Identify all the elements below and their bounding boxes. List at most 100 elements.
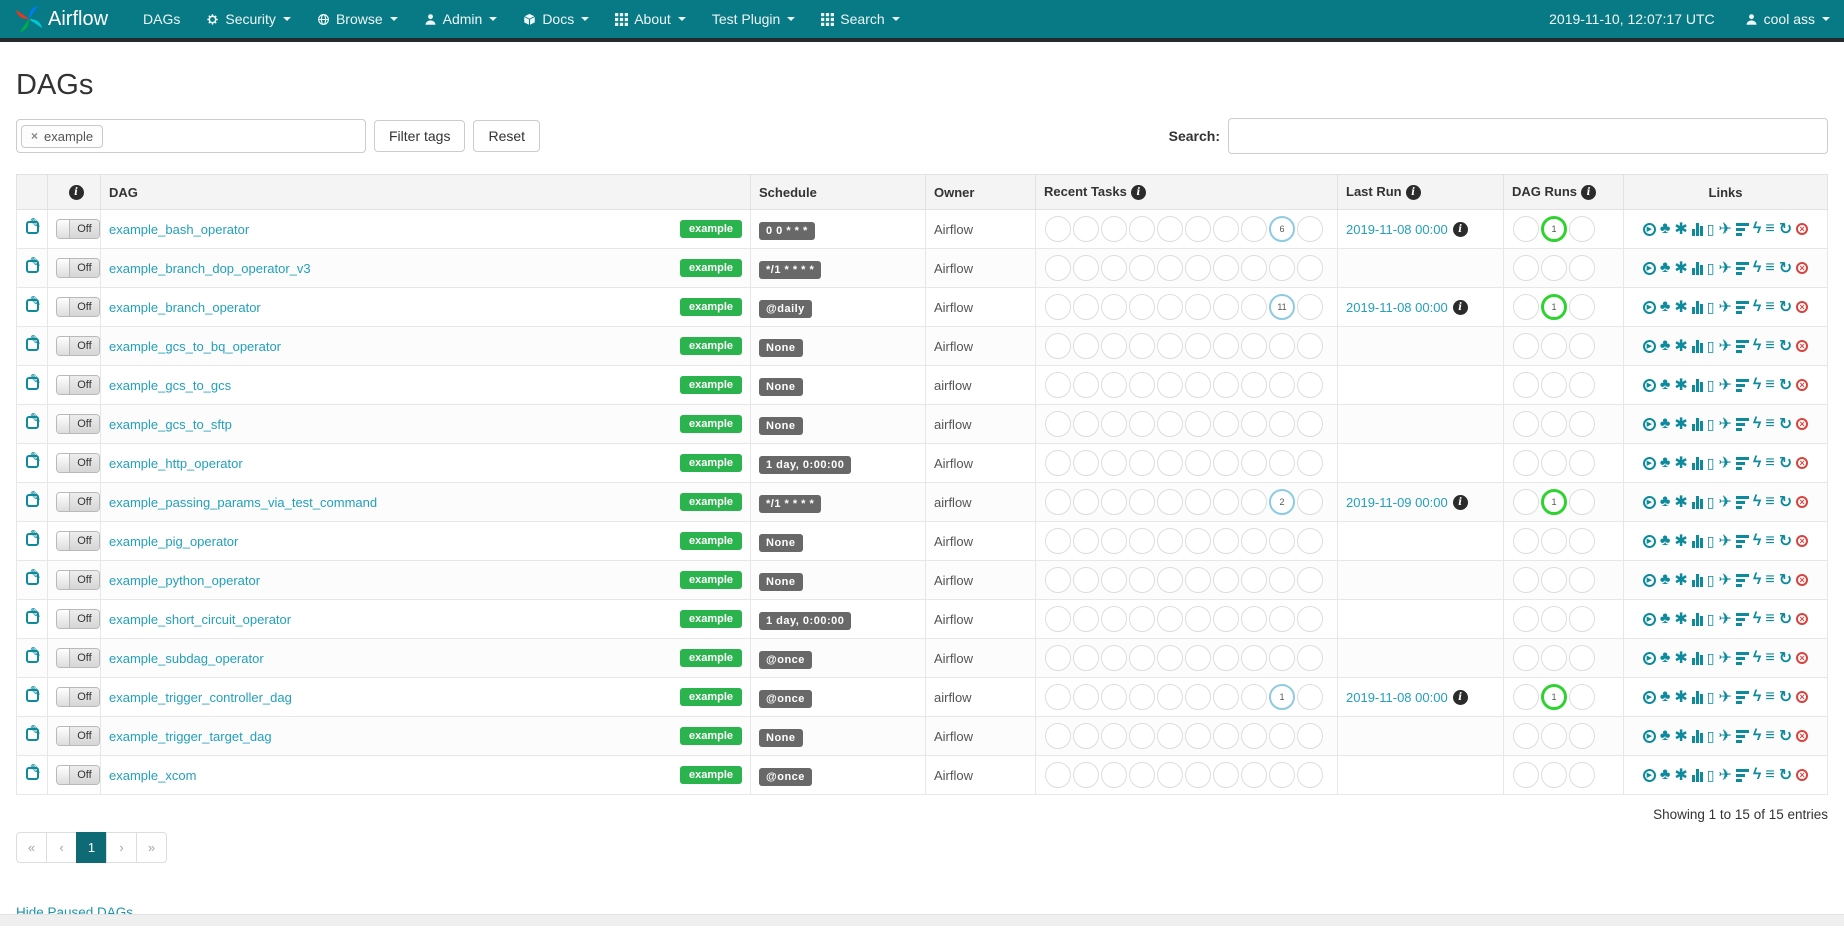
refresh-icon[interactable]: ↻ (1779, 765, 1792, 785)
recent-task-state-circle[interactable] (1101, 294, 1127, 320)
dag-column-header[interactable]: DAG (101, 175, 751, 210)
recent-task-state-circle[interactable] (1213, 294, 1239, 320)
dag-run-circle[interactable] (1513, 723, 1539, 749)
dag-run-circle[interactable] (1513, 450, 1539, 476)
tree-view-icon[interactable]: ♣ (1660, 532, 1671, 550)
task-tries-icon[interactable]: ▯ (1707, 299, 1715, 316)
graph-view-icon[interactable]: ✱ (1674, 336, 1687, 356)
landing-times-icon[interactable]: ✈ (1719, 375, 1732, 395)
dag-link[interactable]: example_python_operator (109, 573, 260, 588)
task-duration-icon[interactable] (1692, 340, 1703, 353)
recent-task-state-circle[interactable] (1269, 723, 1295, 749)
gantt-icon[interactable] (1736, 574, 1749, 587)
recent-task-state-circle[interactable] (1185, 489, 1211, 515)
recent-task-state-circle[interactable] (1129, 411, 1155, 437)
recent-task-state-circle[interactable] (1045, 723, 1071, 749)
refresh-icon[interactable]: ↻ (1779, 297, 1792, 317)
recent-task-state-circle[interactable] (1213, 684, 1239, 710)
tag-filter-input[interactable]: × example (16, 119, 366, 153)
landing-times-icon[interactable]: ✈ (1719, 258, 1732, 278)
recent-task-state-circle[interactable] (1073, 762, 1099, 788)
pause-toggle[interactable]: Off (56, 414, 100, 434)
dag-run-circle[interactable] (1569, 411, 1595, 437)
task-tries-icon[interactable]: ▯ (1707, 338, 1715, 355)
dag-run-circle[interactable] (1569, 567, 1595, 593)
gantt-icon[interactable] (1736, 535, 1749, 548)
edit-dag-icon[interactable] (26, 728, 39, 741)
recent-task-state-circle[interactable] (1157, 216, 1183, 242)
recent-task-state-circle[interactable] (1185, 684, 1211, 710)
recent-task-state-circle[interactable] (1297, 645, 1323, 671)
delete-icon[interactable]: × (1796, 691, 1808, 703)
landing-times-icon[interactable]: ✈ (1719, 336, 1732, 356)
recent-task-state-circle[interactable] (1045, 294, 1071, 320)
task-duration-icon[interactable] (1692, 262, 1703, 275)
dag-run-circle[interactable] (1541, 255, 1567, 281)
recent-task-state-circle[interactable] (1073, 450, 1099, 476)
dag-run-circle[interactable] (1569, 255, 1595, 281)
refresh-icon[interactable]: ↻ (1779, 531, 1792, 551)
graph-view-icon[interactable]: ✱ (1674, 687, 1687, 707)
recent-task-state-circle[interactable] (1241, 684, 1267, 710)
trigger-dag-icon[interactable]: ▶ (1643, 574, 1656, 587)
recent-task-state-circle[interactable] (1045, 333, 1071, 359)
pause-toggle[interactable]: Off (56, 492, 100, 512)
tree-view-icon[interactable]: ♣ (1660, 493, 1671, 511)
task-duration-icon[interactable] (1692, 535, 1703, 548)
refresh-icon[interactable]: ↻ (1779, 570, 1792, 590)
tree-view-icon[interactable]: ♣ (1660, 571, 1671, 589)
recent-task-state-circle[interactable] (1185, 294, 1211, 320)
dag-link[interactable]: example_subdag_operator (109, 651, 264, 666)
recent-task-state-circle[interactable] (1241, 255, 1267, 281)
recent-task-state-circle[interactable] (1073, 723, 1099, 749)
recent-task-state-circle[interactable] (1213, 372, 1239, 398)
graph-view-icon[interactable]: ✱ (1674, 258, 1687, 278)
dag-link[interactable]: example_trigger_target_dag (109, 729, 272, 744)
graph-view-icon[interactable]: ✱ (1674, 570, 1687, 590)
dag-tag-badge[interactable]: example (680, 454, 742, 472)
task-duration-icon[interactable] (1692, 574, 1703, 587)
recent-task-state-circle[interactable] (1297, 528, 1323, 554)
recent-task-state-circle[interactable] (1241, 606, 1267, 632)
recent-task-state-circle[interactable] (1297, 333, 1323, 359)
graph-view-icon[interactable]: ✱ (1674, 492, 1687, 512)
pause-toggle[interactable]: Off (56, 570, 100, 590)
recent-task-state-circle[interactable] (1269, 762, 1295, 788)
recent-task-state-circle[interactable] (1101, 333, 1127, 359)
trigger-dag-icon[interactable]: ▶ (1643, 652, 1656, 665)
refresh-icon[interactable]: ↻ (1779, 375, 1792, 395)
delete-icon[interactable]: × (1796, 574, 1808, 586)
recent-task-state-circle[interactable] (1157, 606, 1183, 632)
gantt-icon[interactable] (1736, 691, 1749, 704)
dag-run-circle[interactable] (1513, 528, 1539, 554)
dag-run-circle[interactable] (1569, 294, 1595, 320)
dag-tag-badge[interactable]: example (680, 298, 742, 316)
edit-dag-icon[interactable] (26, 650, 39, 663)
recent-task-state-circle[interactable] (1269, 450, 1295, 476)
dag-run-circle[interactable] (1569, 645, 1595, 671)
trigger-dag-icon[interactable]: ▶ (1643, 535, 1656, 548)
recent-task-state-circle[interactable] (1241, 450, 1267, 476)
tree-view-icon[interactable]: ♣ (1660, 766, 1671, 784)
graph-view-icon[interactable]: ✱ (1674, 531, 1687, 551)
graph-view-icon[interactable]: ✱ (1674, 297, 1687, 317)
graph-view-icon[interactable]: ✱ (1674, 648, 1687, 668)
nav-item-about[interactable]: About (602, 0, 699, 40)
nav-item-admin[interactable]: Admin (411, 0, 511, 40)
graph-view-icon[interactable]: ✱ (1674, 453, 1687, 473)
recent-task-state-circle[interactable] (1129, 333, 1155, 359)
recent-task-state-circle[interactable] (1185, 567, 1211, 593)
details-icon[interactable]: ≡ (1765, 727, 1774, 745)
pause-toggle[interactable]: Off (56, 648, 100, 668)
recent-task-state-circle[interactable] (1185, 216, 1211, 242)
recent-task-state-circle[interactable] (1185, 606, 1211, 632)
task-tries-icon[interactable]: ▯ (1707, 455, 1715, 472)
recent-task-state-circle[interactable] (1129, 528, 1155, 554)
landing-times-icon[interactable]: ✈ (1719, 648, 1732, 668)
recent-task-state-circle[interactable] (1297, 411, 1323, 437)
tree-view-icon[interactable]: ♣ (1660, 220, 1671, 238)
recent-task-state-circle[interactable] (1297, 723, 1323, 749)
dag-link[interactable]: example_trigger_controller_dag (109, 690, 292, 705)
recent-task-state-circle[interactable] (1269, 255, 1295, 281)
dag-runs-success-circle[interactable]: 1 (1541, 489, 1567, 515)
